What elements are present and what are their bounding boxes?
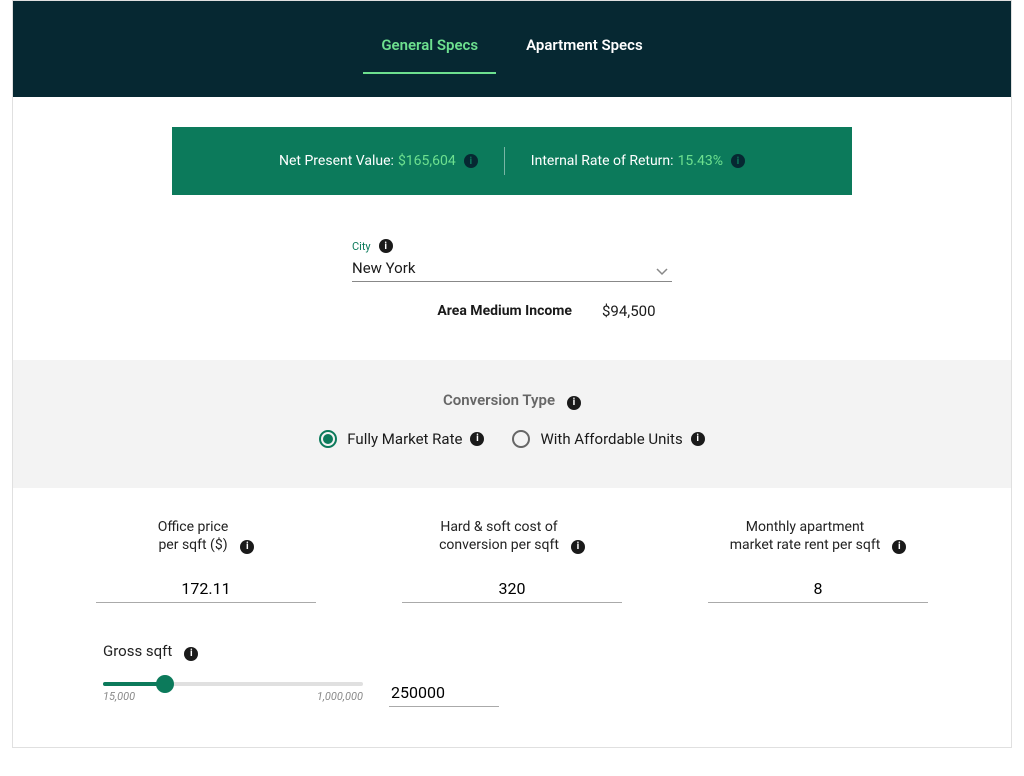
gross-sqft-slider[interactable] [103,682,363,686]
info-icon[interactable]: i [379,239,393,253]
input-label: Monthly apartment market rate rent per s… [730,518,881,556]
city-section: City i [352,239,672,282]
slider-min: 15,000 [103,690,135,703]
metric-npv: Net Present Value: $165,604 i [253,153,504,169]
metrics-bar: Net Present Value: $165,604 i Internal R… [172,127,852,195]
gross-sqft-section: Gross sqft i 15,000 1,000,000 [13,613,1011,747]
conversion-title: Conversion Type [443,391,555,409]
rent-input[interactable] [708,573,928,603]
radio-icon [512,430,530,448]
radio-fully-market-rate[interactable]: Fully Market Rate i [319,430,484,448]
radio-label: Fully Market Rate [347,430,462,448]
ami-label: Area Medium Income [342,303,602,319]
info-icon[interactable]: i [731,154,745,168]
info-icon[interactable]: i [567,396,581,410]
input-rent: Monthly apartment market rate rent per s… [708,518,928,604]
gross-sqft-input[interactable] [389,679,499,707]
info-icon[interactable]: i [571,540,585,554]
input-label: Office price per sqft ($) [158,518,229,556]
info-icon[interactable]: i [470,432,484,446]
input-conversion-cost: Hard & soft cost of conversion per sqft … [402,518,622,604]
info-icon[interactable]: i [892,540,906,554]
radio-label: With Affordable Units [540,430,682,448]
radio-with-affordable-units[interactable]: With Affordable Units i [512,430,704,448]
npv-value: $165,604 [398,153,456,169]
info-icon[interactable]: i [240,540,254,554]
tab-apartment-specs[interactable]: Apartment Specs [508,24,661,74]
radio-icon [319,430,337,448]
metric-irr: Internal Rate of Return: 15.43% i [505,153,771,169]
input-label: Hard & soft cost of conversion per sqft [439,518,559,556]
irr-value: 15.43% [678,153,723,169]
tab-bar: General Specs Apartment Specs [13,1,1011,97]
input-office-price: Office price per sqft ($) i [96,518,316,604]
npv-label: Net Present Value: [279,153,394,169]
chevron-down-icon[interactable] [656,261,668,280]
slider-label: Gross sqft [103,642,172,660]
tab-general-specs[interactable]: General Specs [363,24,496,74]
conversion-type-section: Conversion Type i Fully Market Rate i Wi… [13,360,1011,488]
irr-label: Internal Rate of Return: [531,153,674,169]
city-select[interactable] [352,253,672,282]
info-icon[interactable]: i [464,154,478,168]
info-icon[interactable]: i [691,432,705,446]
ami-value: $94,500 [602,302,682,320]
office-price-input[interactable] [96,573,316,603]
inputs-row: Office price per sqft ($) i Hard & soft … [13,488,1011,614]
conversion-cost-input[interactable] [402,573,622,603]
info-icon[interactable]: i [184,647,198,661]
ami-row: Area Medium Income $94,500 [342,302,682,320]
city-label: City [352,240,371,253]
slider-max: 1,000,000 [317,690,363,703]
